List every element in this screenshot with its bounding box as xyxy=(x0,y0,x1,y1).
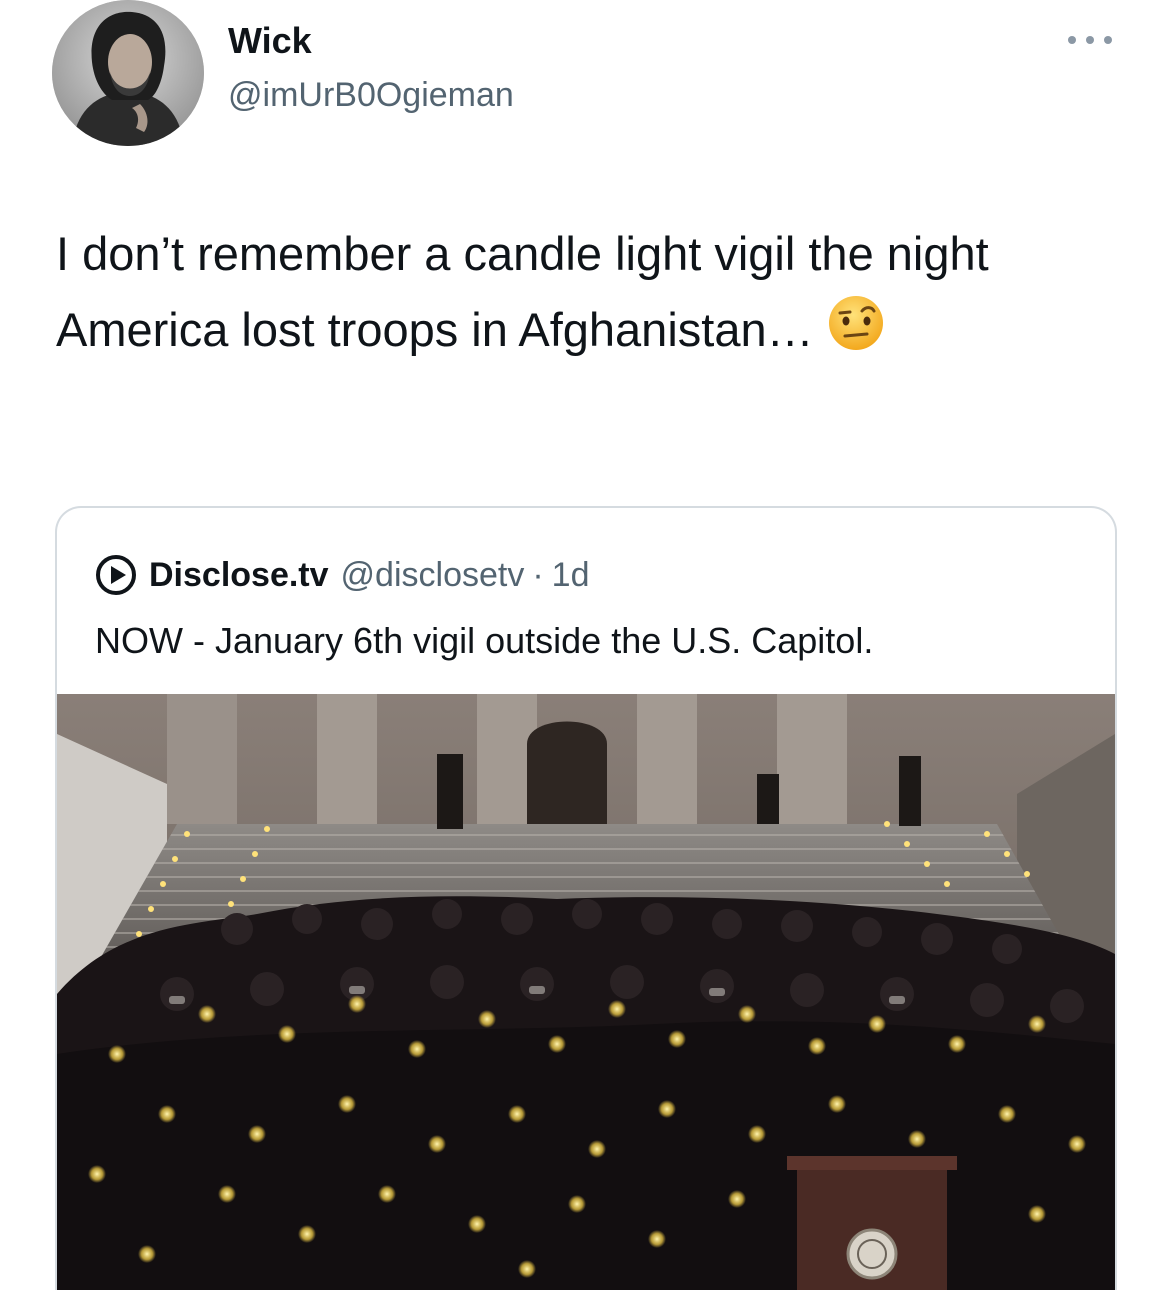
play-circle-icon xyxy=(96,555,136,595)
quoted-tweet-header: Disclose.tv @disclosetv · 1d xyxy=(95,552,589,598)
dot-3 xyxy=(1104,36,1112,44)
profile-photo-icon xyxy=(52,0,204,146)
author-handle[interactable]: @imUrB0Ogieman xyxy=(228,76,514,115)
tweet-text: I don’t remember a candle light vigil th… xyxy=(56,216,1136,375)
dot-2 xyxy=(1086,36,1094,44)
quoted-tweet-text: NOW - January 6th vigil outside the U.S.… xyxy=(95,620,874,661)
dot-1 xyxy=(1068,36,1076,44)
quoted-author-handle[interactable]: @disclosetv xyxy=(341,556,525,595)
author-display-name[interactable]: Wick xyxy=(228,20,312,62)
face-with-raised-eyebrow-icon xyxy=(826,293,886,375)
separator-dot: · xyxy=(532,555,544,594)
candlelight-vigil-photo[interactable] xyxy=(57,694,1115,1290)
quoted-timestamp[interactable]: 1d xyxy=(552,556,590,595)
quoted-tweet-card[interactable]: Disclose.tv @disclosetv · 1d NOW - Janua… xyxy=(55,506,1117,1290)
author-avatar[interactable] xyxy=(52,0,204,146)
more-options-icon[interactable] xyxy=(1068,28,1112,52)
quoted-author-name[interactable]: Disclose.tv xyxy=(149,556,329,595)
